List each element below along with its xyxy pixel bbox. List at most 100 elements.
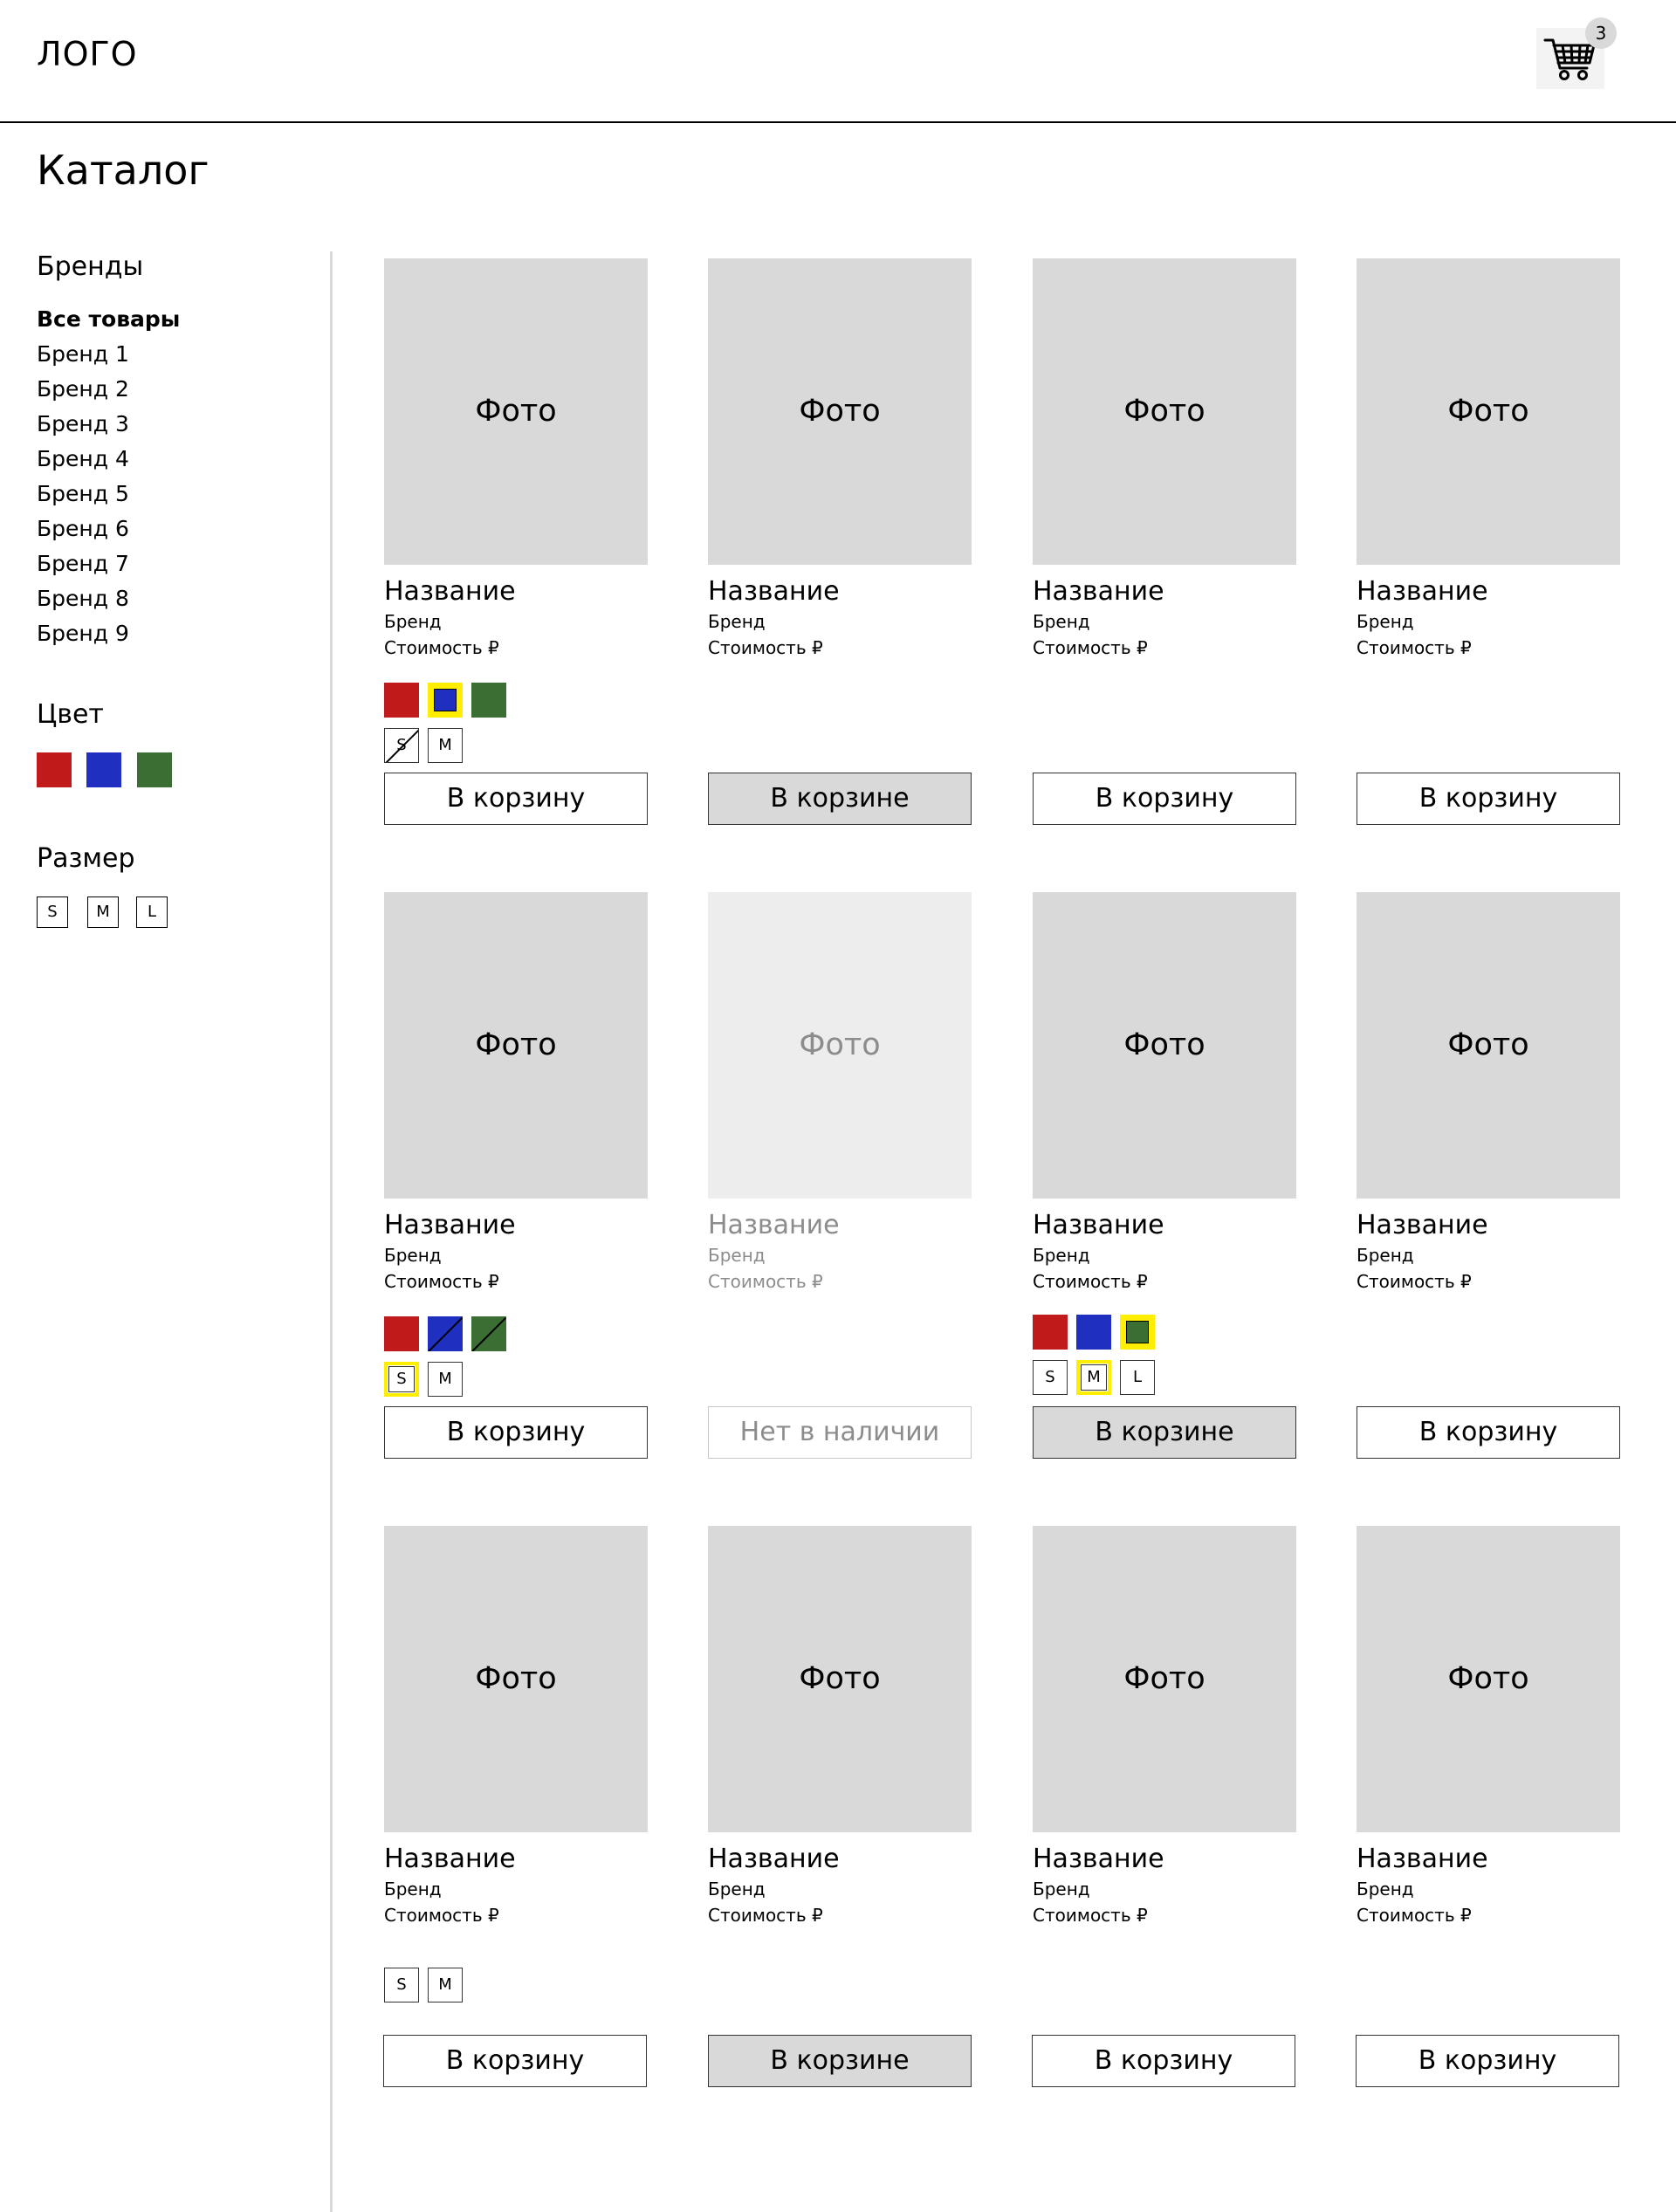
brand-filter-item[interactable]: Бренд 7 (37, 546, 299, 581)
product-card: Фото Название Бренд Стоимость ₽ S M В корзину (384, 892, 648, 1479)
color-swatch[interactable] (1076, 1315, 1111, 1350)
brand-filter-item[interactable]: Бренд 4 (37, 442, 299, 477)
out-of-stock-button[interactable]: Нет в наличии (708, 1406, 972, 1459)
product-name[interactable]: Название (1357, 1210, 1488, 1240)
cart-count-badge: 3 (1585, 17, 1617, 49)
product-photo[interactable]: Фото (708, 1526, 972, 1832)
size-filter-option[interactable]: L (136, 896, 168, 928)
product-brand: Бренд (384, 1245, 442, 1266)
color-swatch-selected[interactable] (1120, 1315, 1155, 1350)
brand-filter-item[interactable]: Бренд 9 (37, 616, 299, 651)
product-photo[interactable]: Фото (384, 892, 648, 1199)
color-swatch[interactable] (1033, 1315, 1068, 1350)
product-price: Стоимость ₽ (1033, 1271, 1148, 1292)
brand-filter-list: Все товары Бренд 1 Бренд 2 Бренд 3 Бренд… (37, 302, 299, 651)
size-option-label: M (438, 1975, 452, 1994)
product-photo[interactable]: Фото (708, 892, 972, 1199)
add-to-cart-button[interactable]: В корзину (1357, 773, 1620, 825)
product-name[interactable]: Название (708, 576, 840, 607)
add-to-cart-button[interactable]: В корзину (1033, 773, 1296, 825)
brand-filter-item[interactable]: Бренд 5 (37, 477, 299, 512)
brand-filter-item[interactable]: Бренд 3 (37, 407, 299, 442)
brand-filter-all[interactable]: Все товары (37, 302, 299, 337)
product-price: Стоимость ₽ (1033, 637, 1148, 658)
product-card: Фото Название Бренд Стоимость ₽ В корзине (708, 1526, 972, 2112)
add-to-cart-button[interactable]: В корзину (1357, 1406, 1620, 1459)
product-name[interactable]: Название (1357, 1844, 1488, 1874)
color-swatch[interactable] (384, 1316, 419, 1351)
color-swatch-selected[interactable] (428, 683, 463, 718)
size-option-selected[interactable]: S (384, 1362, 419, 1397)
product-brand: Бренд (1357, 1245, 1414, 1266)
product-photo[interactable]: Фото (384, 258, 648, 565)
product-card: Фото Название Бренд Стоимость ₽ В корзине (708, 258, 972, 845)
product-photo-label: Фото (1123, 1027, 1205, 1062)
size-option[interactable]: S (384, 1968, 419, 2002)
color-swatch[interactable] (471, 683, 506, 718)
product-name[interactable]: Название (1033, 576, 1164, 607)
product-photo[interactable]: Фото (708, 258, 972, 565)
brand-filter-item[interactable]: Бренд 6 (37, 512, 299, 546)
product-photo[interactable]: Фото (1357, 258, 1620, 565)
color-swatch[interactable] (384, 683, 419, 718)
add-to-cart-button[interactable]: В корзину (1032, 2035, 1295, 2087)
brand-filter-item[interactable]: Бренд 8 (37, 581, 299, 616)
brand-filter-item[interactable]: Бренд 2 (37, 372, 299, 407)
add-to-cart-button[interactable]: В корзину (383, 2035, 647, 2087)
size-option[interactable]: L (1120, 1360, 1155, 1395)
in-cart-button[interactable]: В корзине (708, 773, 972, 825)
logo[interactable]: ЛОГО (37, 35, 138, 73)
product-size-options: SM (384, 728, 463, 763)
product-photo[interactable]: Фото (1033, 258, 1296, 565)
size-option-label: S (396, 1975, 407, 1994)
product-name[interactable]: Название (1033, 1210, 1164, 1240)
size-option-label: L (1132, 1368, 1143, 1386)
product-name[interactable]: Название (384, 1210, 516, 1240)
size-option-label: M (1087, 1368, 1101, 1386)
product-photo[interactable]: Фото (384, 1526, 648, 1832)
size-option-label: M (438, 1370, 452, 1388)
add-to-cart-button[interactable]: В корзину (384, 773, 648, 825)
product-name[interactable]: Название (708, 1210, 840, 1240)
size-filter-option[interactable]: M (87, 896, 119, 928)
size-option[interactable]: M (428, 1968, 463, 2002)
color-filter-swatch[interactable] (86, 752, 121, 787)
product-photo[interactable]: Фото (1033, 1526, 1296, 1832)
add-to-cart-button[interactable]: В корзину (384, 1406, 648, 1459)
size-option[interactable]: M (428, 1362, 463, 1397)
brand-filter-item[interactable]: Бренд 1 (37, 337, 299, 372)
product-photo-label: Фото (475, 394, 557, 429)
in-cart-button[interactable]: В корзине (1033, 1406, 1296, 1459)
product-name[interactable]: Название (384, 1844, 516, 1874)
color-swatch-unavailable[interactable] (428, 1316, 463, 1351)
add-to-cart-button[interactable]: В корзину (1356, 2035, 1619, 2087)
product-brand: Бренд (708, 1245, 766, 1266)
product-photo[interactable]: Фото (1357, 892, 1620, 1199)
size-option[interactable]: M (428, 728, 463, 763)
color-filter-swatch[interactable] (37, 752, 72, 787)
product-name[interactable]: Название (1357, 576, 1488, 607)
size-option-selected[interactable]: M (1076, 1360, 1111, 1395)
product-photo[interactable]: Фото (1357, 1526, 1620, 1832)
size-filter-option[interactable]: S (37, 896, 68, 928)
product-name[interactable]: Название (1033, 1844, 1164, 1874)
product-photo-label: Фото (1447, 1661, 1529, 1696)
size-option-label: M (438, 736, 452, 754)
product-price: Стоимость ₽ (384, 1271, 499, 1292)
product-price: Стоимость ₽ (384, 1905, 499, 1926)
product-photo[interactable]: Фото (1033, 892, 1296, 1199)
product-photo-label: Фото (799, 1661, 881, 1696)
product-color-options (1033, 1315, 1155, 1350)
in-cart-button[interactable]: В корзине (708, 2035, 972, 2087)
product-name[interactable]: Название (708, 1844, 840, 1874)
product-name[interactable]: Название (384, 576, 516, 607)
size-option-unavailable[interactable]: S (384, 728, 419, 763)
color-swatch-unavailable[interactable] (471, 1316, 506, 1351)
color-filter-swatch[interactable] (137, 752, 172, 787)
product-price: Стоимость ₽ (1357, 637, 1472, 658)
product-photo-label: Фото (1123, 1661, 1205, 1696)
size-option[interactable]: S (1033, 1360, 1068, 1395)
product-price: Стоимость ₽ (384, 637, 499, 658)
product-card: Фото Название Бренд Стоимость ₽ S M В корзину (383, 1526, 648, 2112)
product-photo-label: Фото (1447, 394, 1529, 429)
